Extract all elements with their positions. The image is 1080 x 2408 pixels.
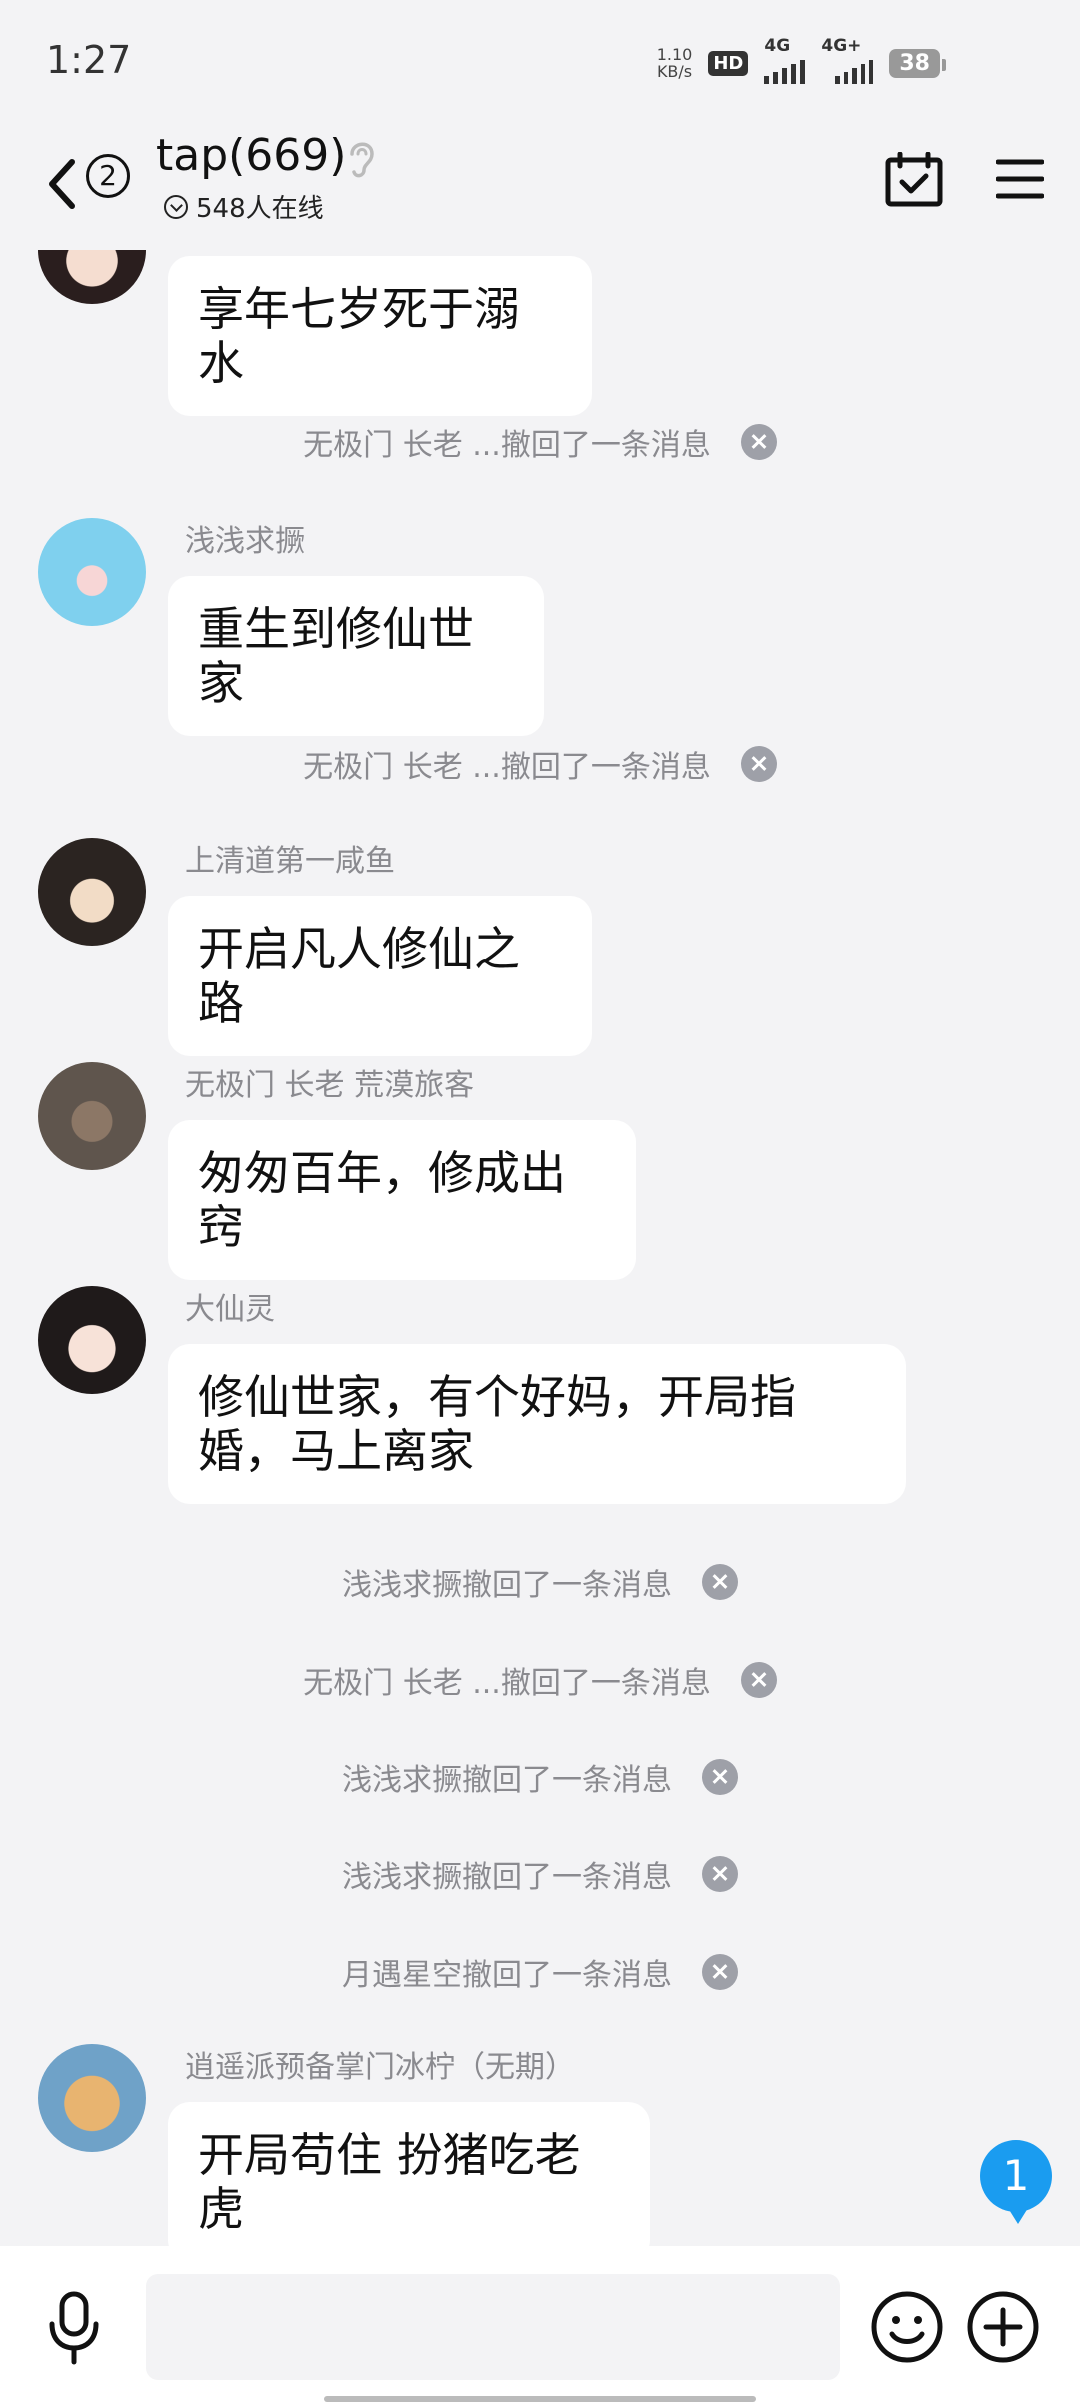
recall-notice: 浅浅求撅撤回了一条消息 (0, 1560, 1080, 1604)
recall-notice: 无极门 长老 ...撤回了一条消息 (0, 420, 1080, 464)
avatar[interactable] (38, 250, 146, 304)
status-icons: 1.10 KB/s HD 4G 4G+ 38 (657, 36, 946, 84)
calendar-check-icon[interactable] (884, 152, 944, 208)
close-icon[interactable] (702, 1856, 738, 1892)
recall-notice-text: 无极门 长老 ...撤回了一条消息 (303, 428, 711, 463)
close-icon[interactable] (740, 746, 777, 782)
online-count[interactable]: 548人在线 (164, 188, 324, 225)
close-icon[interactable] (740, 1662, 777, 1698)
sim1-label: 4G (764, 36, 791, 56)
sender-name[interactable]: 逍遥派预备掌门冰柠（无期） (185, 2042, 575, 2086)
message-bubble[interactable]: 修仙世家，有个好妈，开局指婚，马上离家 (168, 1344, 906, 1504)
recall-notice: 月遇星空撤回了一条消息 (0, 1950, 1080, 1994)
avatar[interactable] (38, 2044, 146, 2152)
recall-notice: 无极门 长老 ...撤回了一条消息 (0, 1658, 1080, 1702)
network-speed-value: 1.10 (656, 45, 693, 64)
message-text: 享年七岁死于溺水 (198, 282, 520, 390)
recall-notice: 浅浅求撅撤回了一条消息 (0, 1852, 1080, 1896)
message-bubble[interactable]: 匆匆百年，修成出窍 (168, 1120, 636, 1280)
recall-notice: 无极门 长老 ...撤回了一条消息 (0, 742, 1080, 786)
menu-icon[interactable] (996, 156, 1044, 202)
close-icon[interactable] (702, 1759, 738, 1795)
message-text: 开启凡人修仙之路 (198, 922, 520, 1030)
hd-voice-icon: HD (708, 50, 749, 76)
chat-header: 2 tap(669) 548人在线 (0, 130, 1080, 250)
recall-notice-text: 浅浅求撅撤回了一条消息 (342, 1568, 672, 1603)
avatar[interactable] (38, 838, 146, 946)
signal-sim2-icon: 4G+ (821, 36, 874, 84)
recall-notice-text: 浅浅求撅撤回了一条消息 (342, 1860, 672, 1895)
status-bar: 1:27 1.10 KB/s HD 4G 4G+ 38 (0, 0, 1080, 130)
microphone-icon[interactable] (46, 2290, 102, 2366)
status-time: 1:27 (46, 38, 132, 82)
message-list[interactable]: 享年七岁死于溺水 无极门 长老 ...撤回了一条消息 浅浅求撅 重生到修仙世家 … (0, 250, 1080, 2246)
message-input[interactable] (146, 2274, 840, 2380)
battery-icon: 38 (889, 48, 946, 78)
ear-icon[interactable] (344, 136, 380, 182)
recall-notice-text: 浅浅求撅撤回了一条消息 (342, 1763, 672, 1798)
avatar[interactable] (38, 518, 146, 626)
close-icon[interactable] (740, 424, 777, 460)
message-bubble[interactable]: 享年七岁死于溺水 (168, 256, 592, 416)
unread-chats-badge[interactable]: 2 (86, 154, 130, 198)
message-bubble[interactable]: 重生到修仙世家 (168, 576, 544, 736)
input-bar (0, 2246, 1080, 2408)
message-text: 开局苟住 扮猪吃老虎 (198, 2128, 581, 2236)
signal-sim1-icon: 4G (764, 36, 806, 84)
message-text: 重生到修仙世家 (198, 602, 474, 710)
recall-notice: 浅浅求撅撤回了一条消息 (0, 1755, 1080, 1799)
sim2-label: 4G+ (821, 36, 862, 56)
sender-name[interactable]: 大仙灵 (185, 1284, 275, 1328)
recall-notice-text: 月遇星空撤回了一条消息 (342, 1958, 672, 1993)
plus-icon[interactable] (966, 2290, 1040, 2364)
close-icon[interactable] (702, 1564, 738, 1600)
avatar[interactable] (38, 1062, 146, 1170)
recall-notice-text: 无极门 长老 ...撤回了一条消息 (303, 750, 711, 785)
chevron-down-circle-icon (164, 194, 188, 219)
message-text: 匆匆百年，修成出窍 (198, 1146, 566, 1254)
group-title[interactable]: tap(669) (156, 130, 346, 181)
online-count-label: 548人在线 (196, 194, 324, 224)
sender-name[interactable]: 无极门 长老 荒漠旅客 (185, 1060, 474, 1104)
network-speed-unit: KB/s (656, 62, 693, 81)
recall-notice-text: 无极门 长老 ...撤回了一条消息 (303, 1666, 711, 1701)
back-arrow-icon[interactable] (42, 154, 82, 214)
close-icon[interactable] (702, 1954, 738, 1990)
sender-name[interactable]: 上清道第一咸鱼 (185, 836, 395, 880)
emoji-icon[interactable] (870, 2290, 944, 2364)
avatar[interactable] (38, 1286, 146, 1394)
sender-name[interactable]: 浅浅求撅 (185, 516, 305, 560)
message-bubble[interactable]: 开启凡人修仙之路 (168, 896, 592, 1056)
message-text: 修仙世家，有个好妈，开局指婚，马上离家 (198, 1370, 796, 1478)
network-speed: 1.10 KB/s (657, 46, 693, 80)
home-indicator[interactable] (324, 2396, 756, 2402)
message-bubble[interactable]: 开局苟住 扮猪吃老虎 (168, 2102, 650, 2246)
new-message-badge[interactable]: 1 (980, 2140, 1052, 2224)
